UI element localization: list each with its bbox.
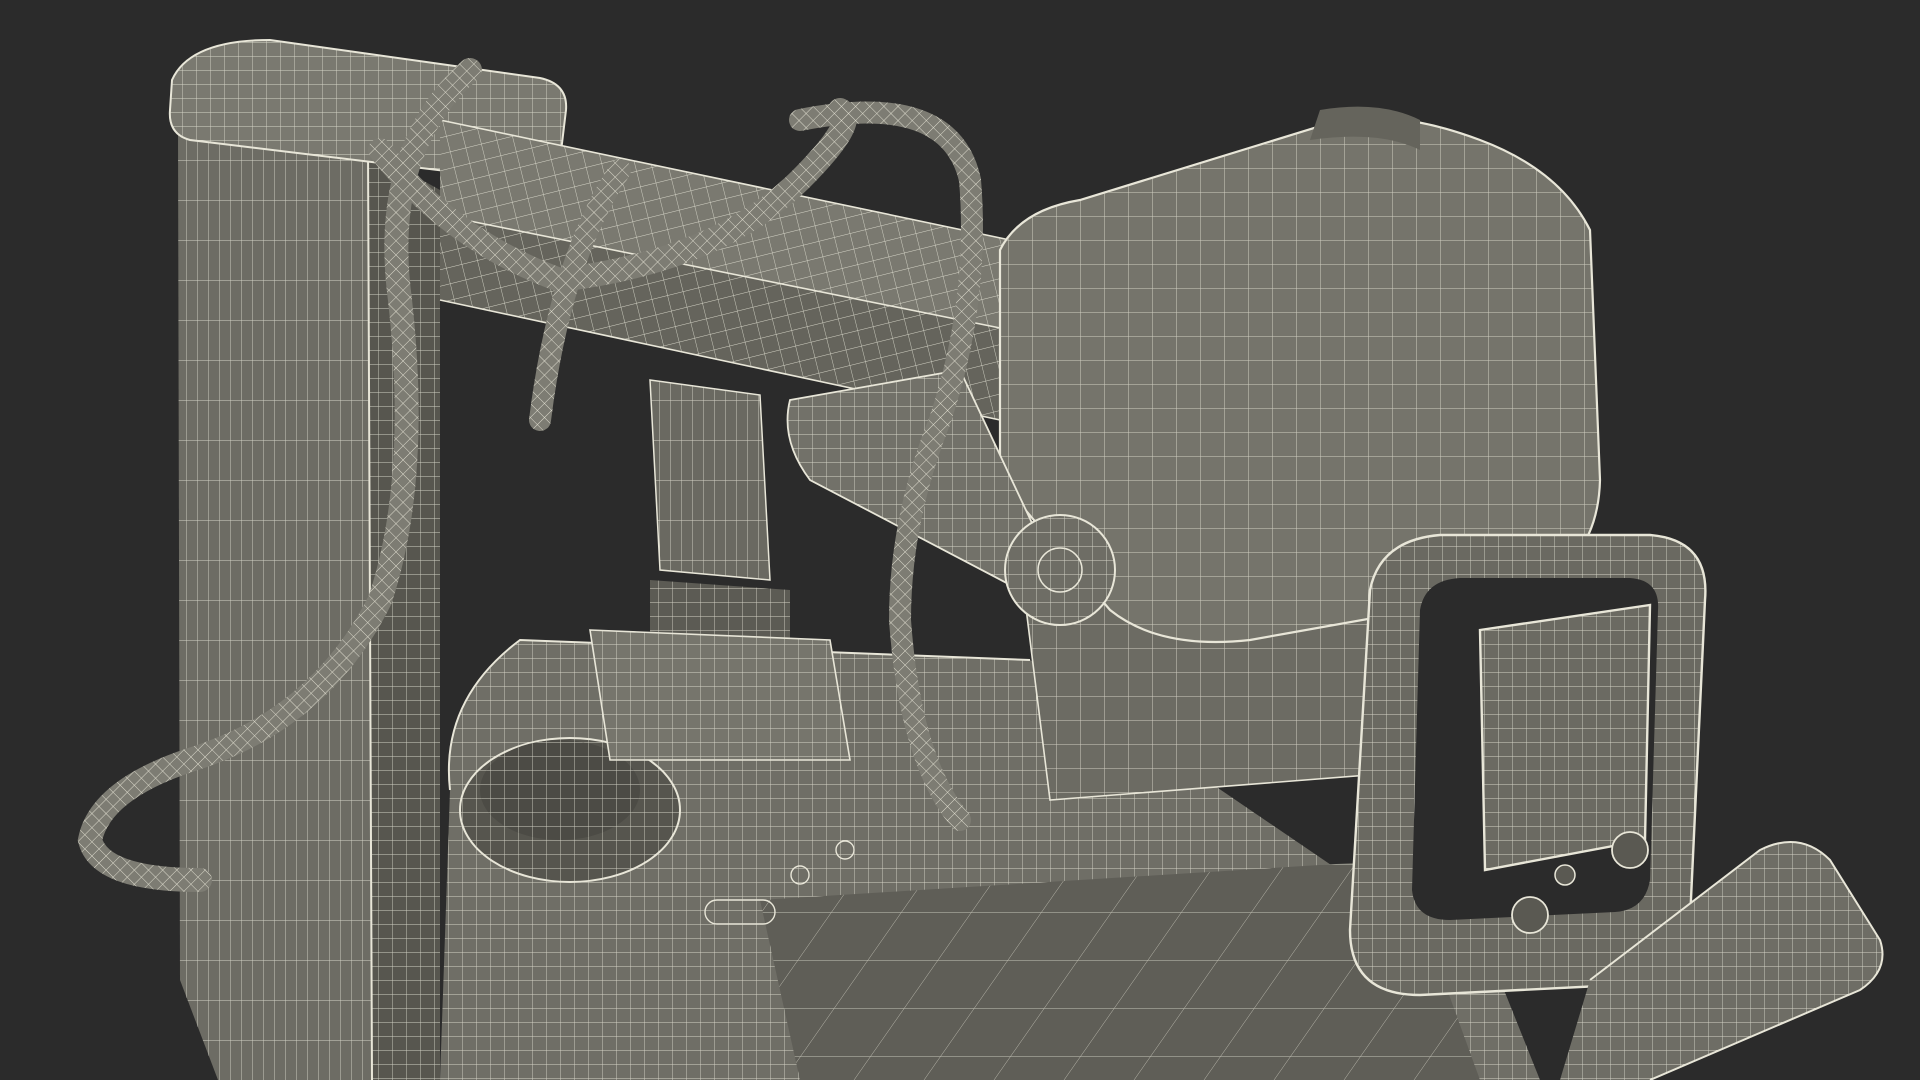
pivot-knob xyxy=(1004,514,1116,626)
control-knob-icon xyxy=(1611,831,1649,869)
holster-box xyxy=(589,629,851,761)
wireframe-render xyxy=(0,0,1920,1080)
control-knob-icon xyxy=(1511,896,1549,934)
wireframe-render-viewport xyxy=(0,0,1920,1080)
control-button-icon xyxy=(1554,864,1576,886)
